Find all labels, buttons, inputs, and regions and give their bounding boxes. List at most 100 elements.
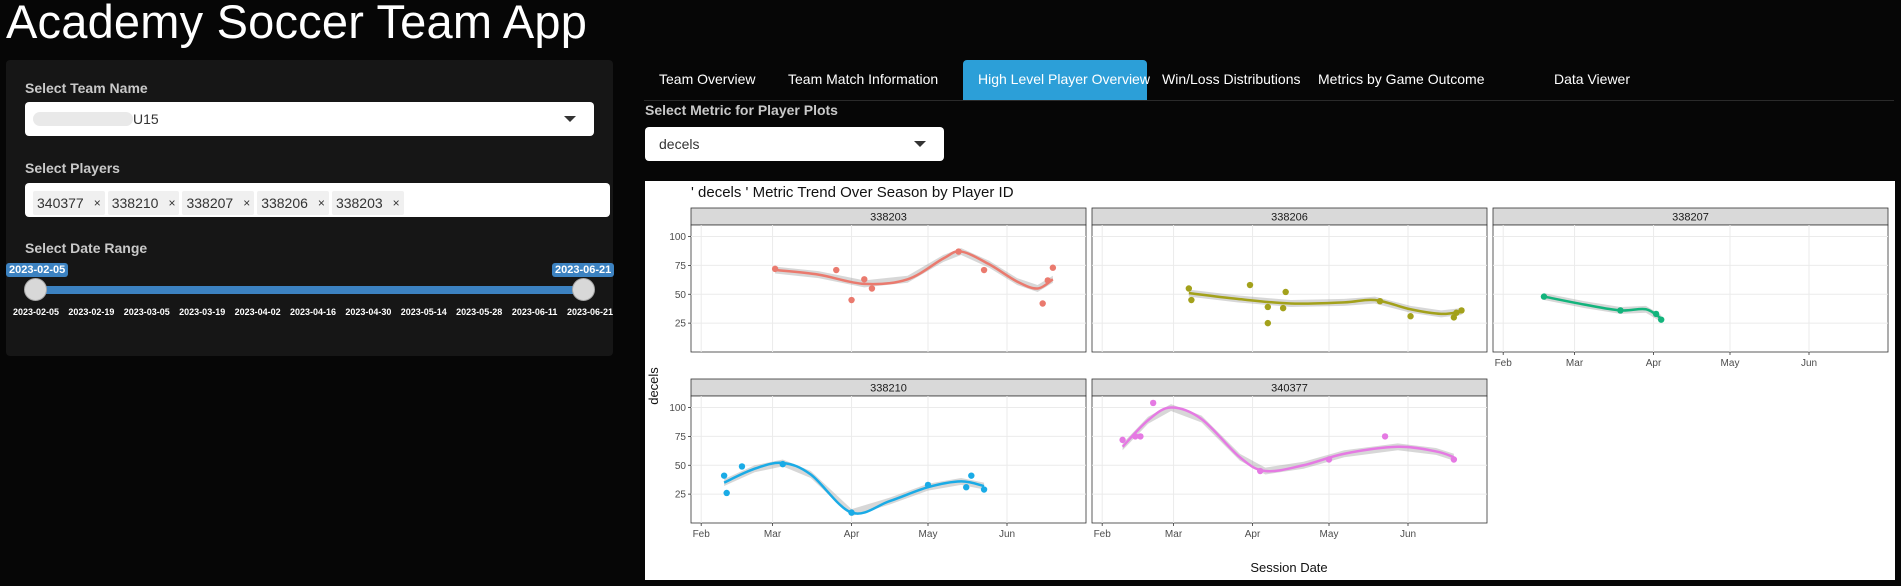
remove-player-icon[interactable]: × [94, 196, 101, 210]
data-point [1657, 316, 1665, 323]
x-axis-label: Session Date [1250, 560, 1327, 575]
x-tick-label: Jun [999, 529, 1015, 540]
data-point [1279, 304, 1287, 312]
date-start-handle[interactable] [24, 278, 47, 301]
player-chip-label: 338207 [186, 194, 234, 211]
facet-background [1492, 224, 1889, 353]
date-tick-label: 2023-06-11 [511, 307, 558, 317]
player-chip-label: 338206 [261, 194, 308, 211]
facet-strip-label: 338210 [870, 383, 907, 395]
app-title: Academy Soccer Team App [6, 0, 588, 48]
x-tick-label: Mar [764, 529, 782, 540]
team-select-value: U15 [133, 111, 159, 127]
faceted-trend-chart: ' decels ' Metric Trend Over Season by P… [646, 184, 1889, 575]
date-end-bubble: 2023-06-21 [552, 263, 615, 277]
facet-background [690, 224, 1087, 353]
data-point [1376, 298, 1384, 305]
players-select-label: Select Players [25, 160, 120, 176]
facet-strip-label: 338207 [1672, 212, 1709, 224]
y-tick-label: 100 [669, 403, 686, 414]
y-tick-label: 50 [675, 461, 687, 472]
x-tick-label: Mar [1165, 529, 1183, 540]
tab-high-level-player-overview[interactable]: High Level Player Overview [963, 60, 1150, 100]
player-chip[interactable]: 338210 × [107, 190, 180, 215]
player-chip[interactable]: 338207 × [182, 190, 255, 215]
data-point [1458, 307, 1465, 314]
metric-select-label: Select Metric for Player Plots [645, 102, 838, 118]
x-tick-label: Jun [1400, 529, 1416, 540]
remove-player-icon[interactable]: × [318, 196, 325, 210]
facet-strip-label: 338203 [870, 212, 907, 224]
chart-title: ' decels ' Metric Trend Over Season by P… [691, 184, 1014, 201]
data-point [1044, 277, 1051, 284]
facet-strip-label: 338206 [1271, 212, 1308, 224]
y-tick-label: 25 [675, 319, 687, 330]
data-point [1282, 288, 1289, 296]
facet-panel-338210: 338210 25 50 75 100 Feb Mar Apr May Jun [669, 378, 1087, 540]
remove-player-icon[interactable]: × [243, 196, 250, 210]
y-tick-label: 75 [675, 432, 687, 443]
date-tick-label: 2023-04-02 [234, 307, 281, 317]
facet-panel-338206: 338206 [1091, 207, 1488, 353]
date-tick-label: 2023-05-28 [456, 307, 503, 317]
x-tick-label: May [1320, 529, 1339, 540]
remove-player-icon[interactable]: × [393, 196, 400, 210]
data-point [1264, 319, 1272, 327]
date-end-handle[interactable] [572, 278, 595, 301]
x-tick-label: Apr [1646, 358, 1662, 369]
team-select[interactable]: U15 [25, 102, 594, 136]
x-tick-label: May [919, 529, 938, 540]
data-point [963, 484, 970, 491]
players-multiselect[interactable]: 340377 × 338210 × 338207 × 338206 × 338203 × [25, 183, 610, 217]
data-point [1264, 303, 1272, 311]
data-point [1137, 433, 1144, 440]
date-tick-label: 2023-04-16 [289, 307, 337, 317]
metric-select[interactable]: decels [645, 127, 944, 161]
player-chip[interactable]: 338203 × [331, 190, 404, 215]
y-tick-label: 100 [669, 232, 686, 243]
tab-metrics-by-game-outcome[interactable]: Metrics by Game Outcome [1303, 60, 1539, 100]
player-chip-label: 340377 [37, 194, 84, 211]
player-chip[interactable]: 338206 × [257, 190, 329, 215]
tab-team-match-information[interactable]: Team Match Information [773, 60, 963, 100]
facet-panel-338203: 338203 25 50 75 100 [669, 207, 1087, 353]
data-point [1617, 307, 1624, 314]
remove-player-icon[interactable]: × [168, 196, 175, 210]
facet-background [1091, 224, 1488, 353]
data-point [861, 276, 868, 283]
player-chip-label: 338203 [335, 194, 383, 211]
data-point [1256, 467, 1264, 475]
facet-panel-338207: 338207 Feb Mar Apr May Jun [1492, 207, 1889, 369]
date-tick-label: 2023-06-21 [566, 307, 614, 317]
date-range-slider-track[interactable] [29, 286, 584, 294]
facet-strip-label: 340377 [1271, 383, 1308, 395]
x-tick-label: Feb [1495, 358, 1513, 369]
x-tick-label: Jun [1801, 358, 1817, 369]
data-point [1407, 313, 1414, 320]
data-point [723, 489, 730, 497]
data-point [779, 460, 786, 468]
tab-win-loss-distributions[interactable]: Win/Loss Distributions [1147, 60, 1303, 100]
data-point [1188, 296, 1195, 304]
y-axis-label: decels [646, 367, 661, 405]
data-point [980, 486, 988, 493]
chevron-down-icon [914, 141, 926, 147]
metric-select-value: decels [659, 136, 700, 152]
x-tick-label: Apr [1245, 529, 1261, 540]
tab-team-overview[interactable]: Team Overview [644, 60, 773, 100]
data-point [1185, 285, 1193, 292]
data-point [1450, 456, 1458, 463]
data-point [1325, 456, 1333, 463]
data-point [1540, 293, 1548, 300]
data-point [980, 266, 988, 274]
data-point [1119, 436, 1126, 444]
date-tick-label: 2023-04-30 [345, 307, 392, 317]
data-point [1652, 310, 1660, 318]
y-tick-label: 25 [675, 490, 687, 501]
player-chip[interactable]: 340377 × [33, 190, 105, 215]
data-point [1049, 264, 1057, 271]
date-tick-label: 2023-05-14 [400, 307, 447, 317]
data-point [771, 265, 779, 273]
tab-data-viewer[interactable]: Data Viewer [1539, 60, 1634, 100]
data-point [738, 463, 746, 470]
